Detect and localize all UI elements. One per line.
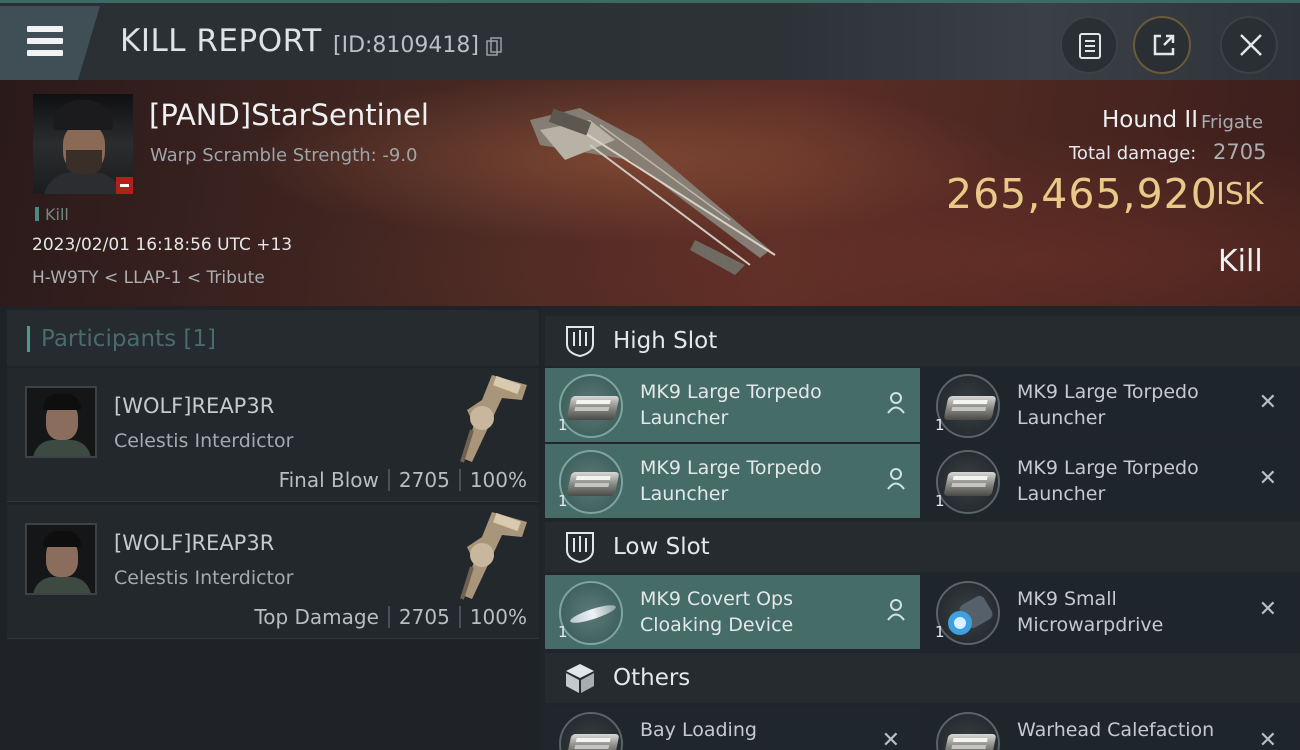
participant-stats: Top Damage 2705 100%	[254, 605, 527, 629]
destroyed-x-icon: ✕	[1258, 728, 1277, 750]
high-slot-icon	[566, 326, 594, 358]
close-button[interactable]	[1220, 16, 1278, 74]
copy-icon[interactable]	[486, 37, 502, 57]
hostile-badge	[116, 177, 133, 194]
others-header: Others	[545, 653, 1300, 703]
participants-title: Participants [1]	[27, 326, 216, 352]
fitting-slot[interactable]: Bay Loading ✕	[545, 706, 920, 750]
others-label: Others	[613, 665, 691, 691]
slot-quantity: 1	[558, 623, 568, 641]
destroyed-x-icon: ✕	[1258, 390, 1277, 415]
kill-tag: Kill	[35, 205, 69, 224]
victim-name[interactable]: [PAND]StarSentinel	[149, 98, 429, 132]
share-button[interactable]	[1133, 16, 1191, 74]
destroyed-x-icon: ✕	[881, 728, 900, 750]
slot-quantity: 1	[558, 416, 568, 434]
total-damage-label: Total damage:	[1069, 143, 1197, 164]
slot-item-name: MK9 Large Torpedo Launcher	[1017, 381, 1199, 429]
low-slot-label: Low Slot	[613, 534, 710, 560]
fitting-slot[interactable]: 1 MK9 Large Torpedo Launcher	[545, 444, 920, 518]
participant-ship: Celestis Interdictor	[114, 567, 294, 589]
high-slot-header: High Slot	[545, 316, 1300, 366]
participant-name: [WOLF]REAP3R	[114, 531, 275, 555]
slot-quantity: 1	[935, 492, 945, 510]
participant-name: [WOLF]REAP3R	[114, 394, 275, 418]
close-icon	[1240, 34, 1262, 56]
fitting-slot[interactable]: 1 MK9 Covert Ops Cloaking Device	[545, 575, 920, 649]
hamburger-icon	[27, 26, 63, 56]
kill-location[interactable]: H-W9TY < LLAP-1 < Tribute	[32, 268, 265, 288]
victim-ship-image	[530, 108, 776, 275]
torpedo-launcher-icon	[936, 450, 1000, 514]
participant-ship-image	[460, 512, 527, 600]
slot-quantity: 1	[935, 623, 945, 641]
slot-item-name: MK9 Large Torpedo Launcher	[640, 381, 822, 429]
participant-stats: Final Blow 2705 100%	[279, 468, 527, 492]
high-slot-label: High Slot	[613, 328, 718, 354]
microwarpdrive-icon	[936, 581, 1000, 645]
torpedo-launcher-icon	[936, 374, 1000, 438]
victim-ship-name[interactable]: Hound II	[1102, 107, 1198, 133]
participant-row[interactable]: [WOLF]REAP3R Celestis Interdictor Final …	[7, 368, 539, 502]
menu-button[interactable]	[0, 6, 100, 80]
kill-datetime: 2023/02/01 16:18:56 UTC +13	[32, 235, 293, 255]
title-bar: KILL REPORT [ID:8109418]	[0, 0, 1300, 80]
torpedo-launcher-icon	[559, 450, 623, 514]
warp-scramble-strength: Warp Scramble Strength: -9.0	[150, 145, 418, 166]
person-icon	[887, 392, 905, 414]
cube-icon	[566, 664, 594, 693]
participant-ship: Celestis Interdictor	[114, 430, 294, 452]
person-icon	[887, 599, 905, 621]
participant-ship-image	[460, 375, 527, 463]
participant-damage: 2705	[398, 605, 450, 629]
participant-role: Top Damage	[254, 605, 379, 629]
slot-item-name: MK9 Small Microwarpdrive	[1017, 588, 1164, 636]
cloaking-device-icon	[559, 581, 623, 645]
share-icon	[1153, 34, 1175, 56]
fitting-slot[interactable]: 1 MK9 Large Torpedo Launcher ✕	[922, 444, 1297, 518]
participant-row[interactable]: [WOLF]REAP3R Celestis Interdictor Top Da…	[7, 505, 539, 639]
report-button[interactable]	[1060, 16, 1118, 74]
page-title: KILL REPORT	[120, 23, 322, 59]
fitting-slot[interactable]: 1 MK9 Large Torpedo Launcher ✕	[922, 368, 1297, 442]
clipboard-icon	[1079, 33, 1101, 59]
slot-quantity: 1	[558, 492, 568, 510]
participant-role: Final Blow	[278, 468, 379, 492]
slot-item-name: Bay Loading	[640, 719, 757, 741]
fitting-slot[interactable]: Warhead Calefaction ✕	[922, 706, 1297, 750]
slot-item-name: MK9 Covert Ops Cloaking Device	[640, 588, 794, 636]
destroyed-x-icon: ✕	[1258, 466, 1277, 491]
slot-item-name: MK9 Large Torpedo Launcher	[1017, 457, 1199, 505]
fitting-slot[interactable]: 1 MK9 Large Torpedo Launcher	[545, 368, 920, 442]
low-slot-header: Low Slot	[545, 522, 1300, 572]
participant-percent: 100%	[469, 468, 527, 492]
fitting-slot[interactable]: 1 MK9 Small Microwarpdrive ✕	[922, 575, 1297, 649]
kill-report-id: [ID:8109418]	[333, 33, 479, 58]
slot-quantity: 1	[935, 416, 945, 434]
person-icon	[887, 468, 905, 490]
slot-item-name: MK9 Large Torpedo Launcher	[640, 457, 822, 505]
module-icon	[936, 712, 1000, 750]
slot-item-name: Warhead Calefaction	[1017, 719, 1215, 741]
isk-unit: ISK	[1216, 177, 1264, 212]
participant-portrait[interactable]	[25, 386, 97, 458]
victim-ship-class: Frigate	[1201, 112, 1264, 133]
total-damage-value: 2705	[1213, 140, 1267, 164]
participant-percent: 100%	[469, 605, 527, 629]
isk-value: 265,465,920	[946, 170, 1218, 218]
kill-result-label: Kill	[1218, 244, 1263, 279]
module-icon	[559, 712, 623, 750]
participant-portrait[interactable]	[25, 523, 97, 595]
low-slot-icon	[566, 532, 594, 564]
destroyed-x-icon: ✕	[1258, 597, 1277, 622]
torpedo-launcher-icon	[559, 374, 623, 438]
participant-damage: 2705	[398, 468, 450, 492]
